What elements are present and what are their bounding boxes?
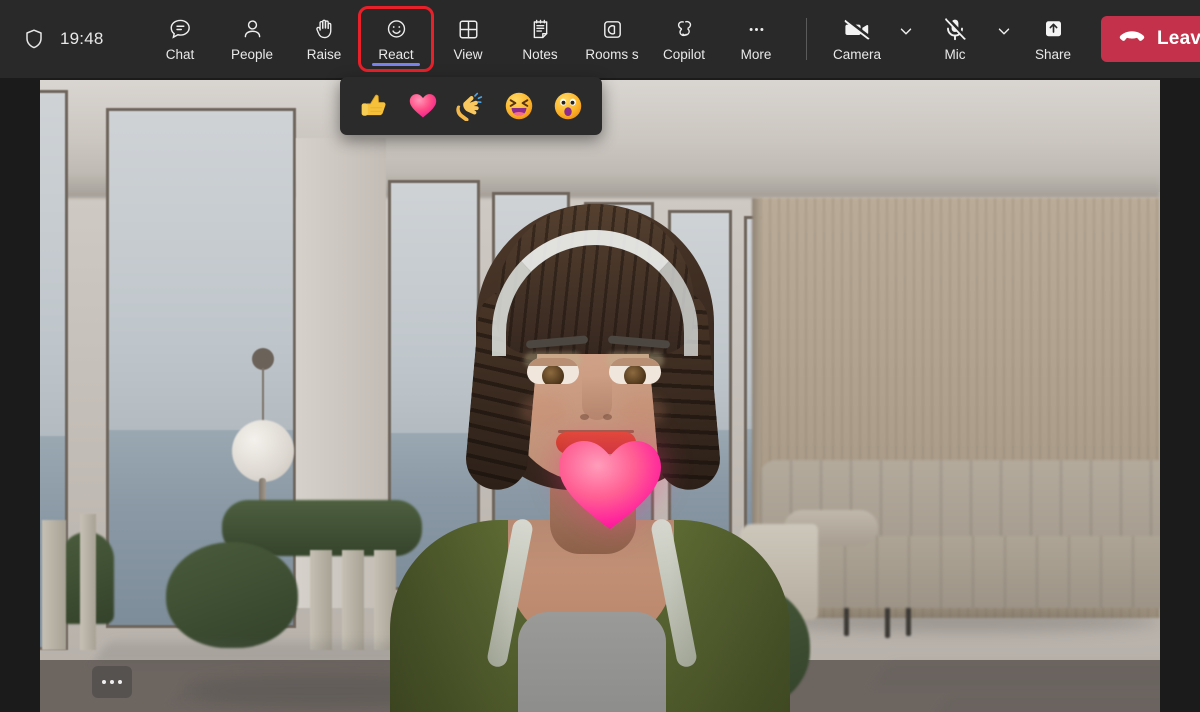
- sofa: [740, 460, 1160, 640]
- toolbar-item-chat[interactable]: Chat: [144, 8, 216, 70]
- breakout-rooms-icon: [600, 17, 625, 43]
- ellipsis-dot: [102, 680, 106, 684]
- teams-meeting-window: 19:48 Chat: [0, 0, 1200, 712]
- hang-up-phone-icon: [1118, 29, 1146, 50]
- reaction-heart[interactable]: [404, 87, 442, 125]
- meeting-toolbar: 19:48 Chat: [0, 0, 1200, 78]
- active-indicator: [372, 63, 420, 66]
- toolbar-divider: [806, 18, 807, 60]
- toolbar-item-label: Chat: [166, 47, 195, 62]
- toolbar-item-camera[interactable]: Camera: [821, 8, 893, 70]
- toolbar-item-label: Raise: [307, 47, 342, 62]
- mic-control-group: Mic: [919, 8, 1017, 70]
- toolbar-item-label: More: [741, 47, 772, 62]
- toolbar-item-share[interactable]: Share: [1017, 8, 1089, 70]
- share-screen-icon: [1041, 17, 1066, 43]
- toolbar-item-label: View: [453, 47, 482, 62]
- toolbar-item-label: Notes: [522, 47, 557, 62]
- camera-control-group: Camera: [821, 8, 919, 70]
- mic-options-chevron[interactable]: [991, 8, 1017, 70]
- toolbar-item-copilot[interactable]: Copilot: [648, 8, 720, 70]
- toolbar-item-view[interactable]: View: [432, 8, 504, 70]
- copilot-icon: [672, 17, 697, 43]
- chat-bubble-icon: [168, 17, 193, 43]
- toolbar-item-label: Mic: [945, 47, 966, 62]
- meeting-clock: 19:48: [60, 29, 104, 49]
- toolbar-item-label: People: [231, 47, 273, 62]
- reaction-surprised[interactable]: [549, 87, 587, 125]
- video-stage[interactable]: [40, 80, 1160, 712]
- ellipsis-dot: [118, 680, 122, 684]
- ellipsis-dot: [110, 680, 114, 684]
- leave-button-label: Leave: [1157, 28, 1200, 50]
- person-icon: [240, 17, 265, 43]
- toolbar-actions-group: Chat People: [140, 8, 1089, 70]
- leave-button[interactable]: Leave: [1101, 16, 1200, 62]
- toolbar-item-notes[interactable]: Notes: [504, 8, 576, 70]
- toolbar-item-raise[interactable]: Raise: [288, 8, 360, 70]
- raised-hand-icon: [312, 17, 337, 43]
- video-more-options-button[interactable]: [92, 666, 132, 698]
- shield-icon: [22, 27, 46, 51]
- reaction-thumbs-up[interactable]: [355, 87, 393, 125]
- avatar: [380, 140, 800, 712]
- reaction-laugh[interactable]: [500, 87, 538, 125]
- toolbar-item-react[interactable]: React: [360, 8, 432, 70]
- toolbar-item-label: React: [378, 47, 413, 62]
- toolbar-right-group: Leave: [1089, 16, 1200, 62]
- camera-options-chevron[interactable]: [893, 8, 919, 70]
- toolbar-item-label: Camera: [833, 47, 881, 62]
- reaction-applause[interactable]: [452, 87, 490, 125]
- mic-off-icon: [942, 17, 968, 43]
- camera-off-icon: [842, 17, 872, 43]
- reactions-popup: [340, 77, 602, 135]
- toolbar-item-label: Copilot: [663, 47, 705, 62]
- smiley-face-icon: [384, 17, 409, 43]
- leave-button-group: Leave: [1101, 16, 1200, 62]
- toolbar-item-label: Rooms s: [585, 47, 638, 62]
- toolbar-item-more[interactable]: More: [720, 8, 792, 70]
- toolbar-left-group: 19:48: [0, 27, 140, 51]
- heart-reaction-overlay: [555, 435, 665, 533]
- toolbar-item-label: Share: [1035, 47, 1071, 62]
- toolbar-item-rooms[interactable]: Rooms s: [576, 8, 648, 70]
- toolbar-item-mic[interactable]: Mic: [919, 8, 991, 70]
- ellipsis-icon: [744, 17, 769, 43]
- grid-layout-icon: [456, 17, 481, 43]
- notepad-icon: [528, 17, 553, 43]
- toolbar-item-people[interactable]: People: [216, 8, 288, 70]
